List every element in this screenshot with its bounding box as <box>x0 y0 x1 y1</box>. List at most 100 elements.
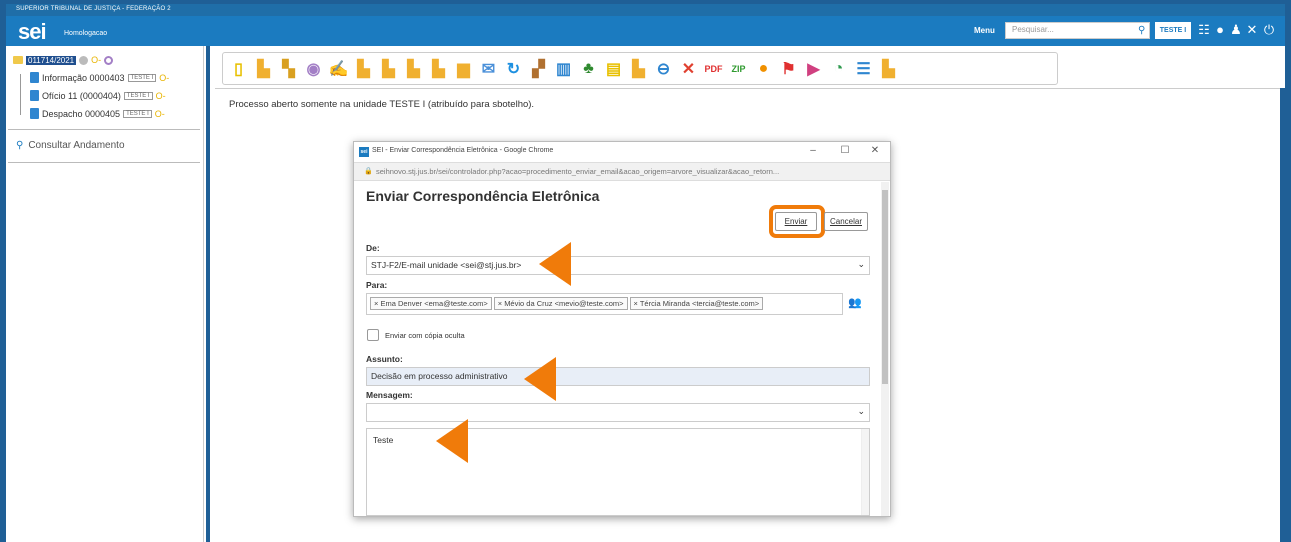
process-number[interactable]: 011714/2021 <box>26 55 77 65</box>
doc-label[interactable]: Ofício 11 (0000404) <box>42 91 121 101</box>
notes-icon[interactable]: ▤ <box>602 58 625 80</box>
key-icon: O- <box>91 55 102 65</box>
pointer-arrow <box>524 357 556 401</box>
popup-body: Enviar Correspondência Eletrônica Enviar… <box>354 181 881 516</box>
search-icon[interactable]: ⚲ <box>1138 25 1148 36</box>
popup-window-title: SEI - Enviar Correspondência Eletrônica … <box>372 147 554 154</box>
from-value: STJ-F2/E-mail unidade <sei@stj.jus.br> <box>371 260 522 270</box>
search-input[interactable]: Pesquisar... <box>1005 22 1150 39</box>
minimize-icon[interactable]: – <box>806 145 820 156</box>
flag-icon[interactable]: ⚑ <box>777 58 800 80</box>
tree-doc-2[interactable]: Ofício 11 (0000404) TESTE I O- <box>30 90 166 101</box>
key-icon: O- <box>159 72 170 83</box>
doc-label[interactable]: Informação 0000403 <box>42 73 125 83</box>
sei-logo[interactable]: sei <box>18 19 47 45</box>
consult-label[interactable]: Consultar Andamento <box>28 140 124 151</box>
tree-doc-3[interactable]: Despacho 0000405 TESTE I O- <box>30 108 165 119</box>
recipient-chip[interactable]: × Tércia Miranda <tercia@teste.com> <box>629 297 764 310</box>
new-document-icon[interactable]: ▯ <box>227 58 250 80</box>
document-icon <box>30 90 39 101</box>
popup-scrollbar[interactable] <box>881 182 889 516</box>
region-map-icon[interactable]: ♣ <box>577 58 600 80</box>
send-button[interactable]: Enviar <box>775 212 817 231</box>
search-process-icon[interactable]: ▙ <box>877 58 900 80</box>
process-row[interactable]: 011714/2021 O- <box>13 55 114 65</box>
popup-url[interactable]: seihnovo.stj.jus.br/sei/controlador.php?… <box>376 167 881 176</box>
app-header: sei Homologacao Menu Pesquisar... ⚲ TEST… <box>6 16 1285 46</box>
user-icon[interactable]: ♟ <box>1229 23 1243 37</box>
unit-tag: TESTE I <box>123 109 152 118</box>
sign-icon[interactable]: ✍ <box>327 58 350 80</box>
document-icon <box>30 72 39 83</box>
from-label: De: <box>366 243 380 253</box>
contacts-icon[interactable]: 👥 <box>848 296 862 309</box>
key-icon: O- <box>154 108 165 119</box>
tree-doc-1[interactable]: Informação 0000403 TESTE I O- <box>30 72 169 83</box>
popup-address-bar[interactable]: 🔒 seihnovo.stj.jus.br/sei/controlador.ph… <box>354 163 890 181</box>
view-icon[interactable]: ◉ <box>302 58 325 80</box>
deadline-icon[interactable]: ◔ <box>827 58 850 80</box>
link-icon[interactable]: ⊖ <box>652 58 675 80</box>
lock-icon: 🔒 <box>364 168 373 175</box>
form-title: Enviar Correspondência Eletrônica <box>366 188 600 204</box>
statistics-icon[interactable]: ▥ <box>552 58 575 80</box>
key-icon: O- <box>155 90 166 101</box>
attach-icon[interactable]: ▙ <box>427 58 450 80</box>
relate-icon[interactable]: ▙ <box>402 58 425 80</box>
sobrestar-icon[interactable]: ▞ <box>527 58 550 80</box>
menu-button[interactable]: Menu <box>974 26 995 35</box>
bcc-label: Enviar com cópia oculta <box>385 331 465 340</box>
recipient-chip[interactable]: × Ema Denver <ema@teste.com> <box>370 297 492 310</box>
grid-icon[interactable]: ☷ <box>1197 23 1211 37</box>
remove-icon[interactable]: ✕ <box>677 58 700 80</box>
process-info-text: Processo aberto somente na unidade TESTE… <box>229 99 535 110</box>
pointer-arrow <box>436 419 468 463</box>
toolbar-separator <box>215 88 1285 89</box>
banner-strip: SUPERIOR TRIBUNAL DE JUSTIÇA - FEDERAÇÃO… <box>6 4 1285 16</box>
marker-icon[interactable]: ▶ <box>802 58 825 80</box>
status-icon <box>79 55 89 65</box>
scroll-thumb[interactable] <box>882 190 888 384</box>
email-popup-window: sei SEI - Enviar Correspondência Eletrôn… <box>353 141 891 517</box>
pdf-icon[interactable]: PDF <box>702 58 725 80</box>
refresh-icon[interactable]: ↻ <box>502 58 525 80</box>
info-icon[interactable]: ● <box>1213 23 1227 37</box>
unit-selector[interactable]: TESTE I <box>1155 22 1191 39</box>
process-settings-icon[interactable]: ▚ <box>277 58 300 80</box>
banner-text: SUPERIOR TRIBUNAL DE JUSTIÇA - FEDERAÇÃO… <box>16 6 171 12</box>
bcc-checkbox[interactable] <box>367 329 379 341</box>
comment-icon[interactable]: ● <box>752 58 775 80</box>
process-toolbar: ▯ ▙ ▚ ◉ ✍ ▙ ▙ ▙ ▙ ▆ ✉ ↻ ▞ ▥ ♣ ▤ ▙ ⊖ ✕ PD… <box>222 52 1058 85</box>
unit-tag: TESTE I <box>123 91 153 100</box>
subject-input[interactable]: Decisão em processo administrativo <box>366 367 870 386</box>
zip-icon[interactable]: ZIP <box>727 58 750 80</box>
sei-favicon-icon: sei <box>359 147 369 157</box>
subject-label: Assunto: <box>366 354 403 364</box>
info-icon[interactable]: ▙ <box>377 58 400 80</box>
scrollbar[interactable] <box>861 429 869 515</box>
power-icon[interactable]: ⏻ <box>1262 23 1276 37</box>
unit-tag: TESTE I <box>127 73 157 82</box>
consult-link[interactable]: ⚲ Consultar Andamento <box>16 140 125 151</box>
recipients-field[interactable]: × Ema Denver <ema@teste.com> × Mévio da C… <box>366 293 843 315</box>
list-icon[interactable]: ☰ <box>852 58 875 80</box>
email-icon[interactable]: ✉ <box>477 58 500 80</box>
eye-icon <box>104 55 114 65</box>
maximize-icon[interactable]: ☐ <box>838 145 852 156</box>
follow-process-icon[interactable]: ▙ <box>252 58 275 80</box>
send-icon[interactable]: ▙ <box>352 58 375 80</box>
doc-label[interactable]: Despacho 0000405 <box>42 109 120 119</box>
process-tree-panel <box>6 46 204 542</box>
cancel-button[interactable]: Cancelar <box>824 212 868 231</box>
document-icon <box>30 108 39 119</box>
pending-icon[interactable]: ▆ <box>452 58 475 80</box>
recipient-chip[interactable]: × Mévio da Cruz <mevio@teste.com> <box>493 297 628 310</box>
divider <box>8 162 200 163</box>
pause-icon[interactable]: ▙ <box>627 58 650 80</box>
chevron-down-icon: ⌄ <box>857 259 865 269</box>
tree-connector <box>20 74 21 115</box>
close-icon[interactable]: ✕ <box>868 145 882 156</box>
pointer-arrow <box>539 242 571 286</box>
tools-icon[interactable]: ✕ <box>1245 23 1259 37</box>
from-select[interactable]: STJ-F2/E-mail unidade <sei@stj.jus.br> ⌄ <box>366 256 870 275</box>
